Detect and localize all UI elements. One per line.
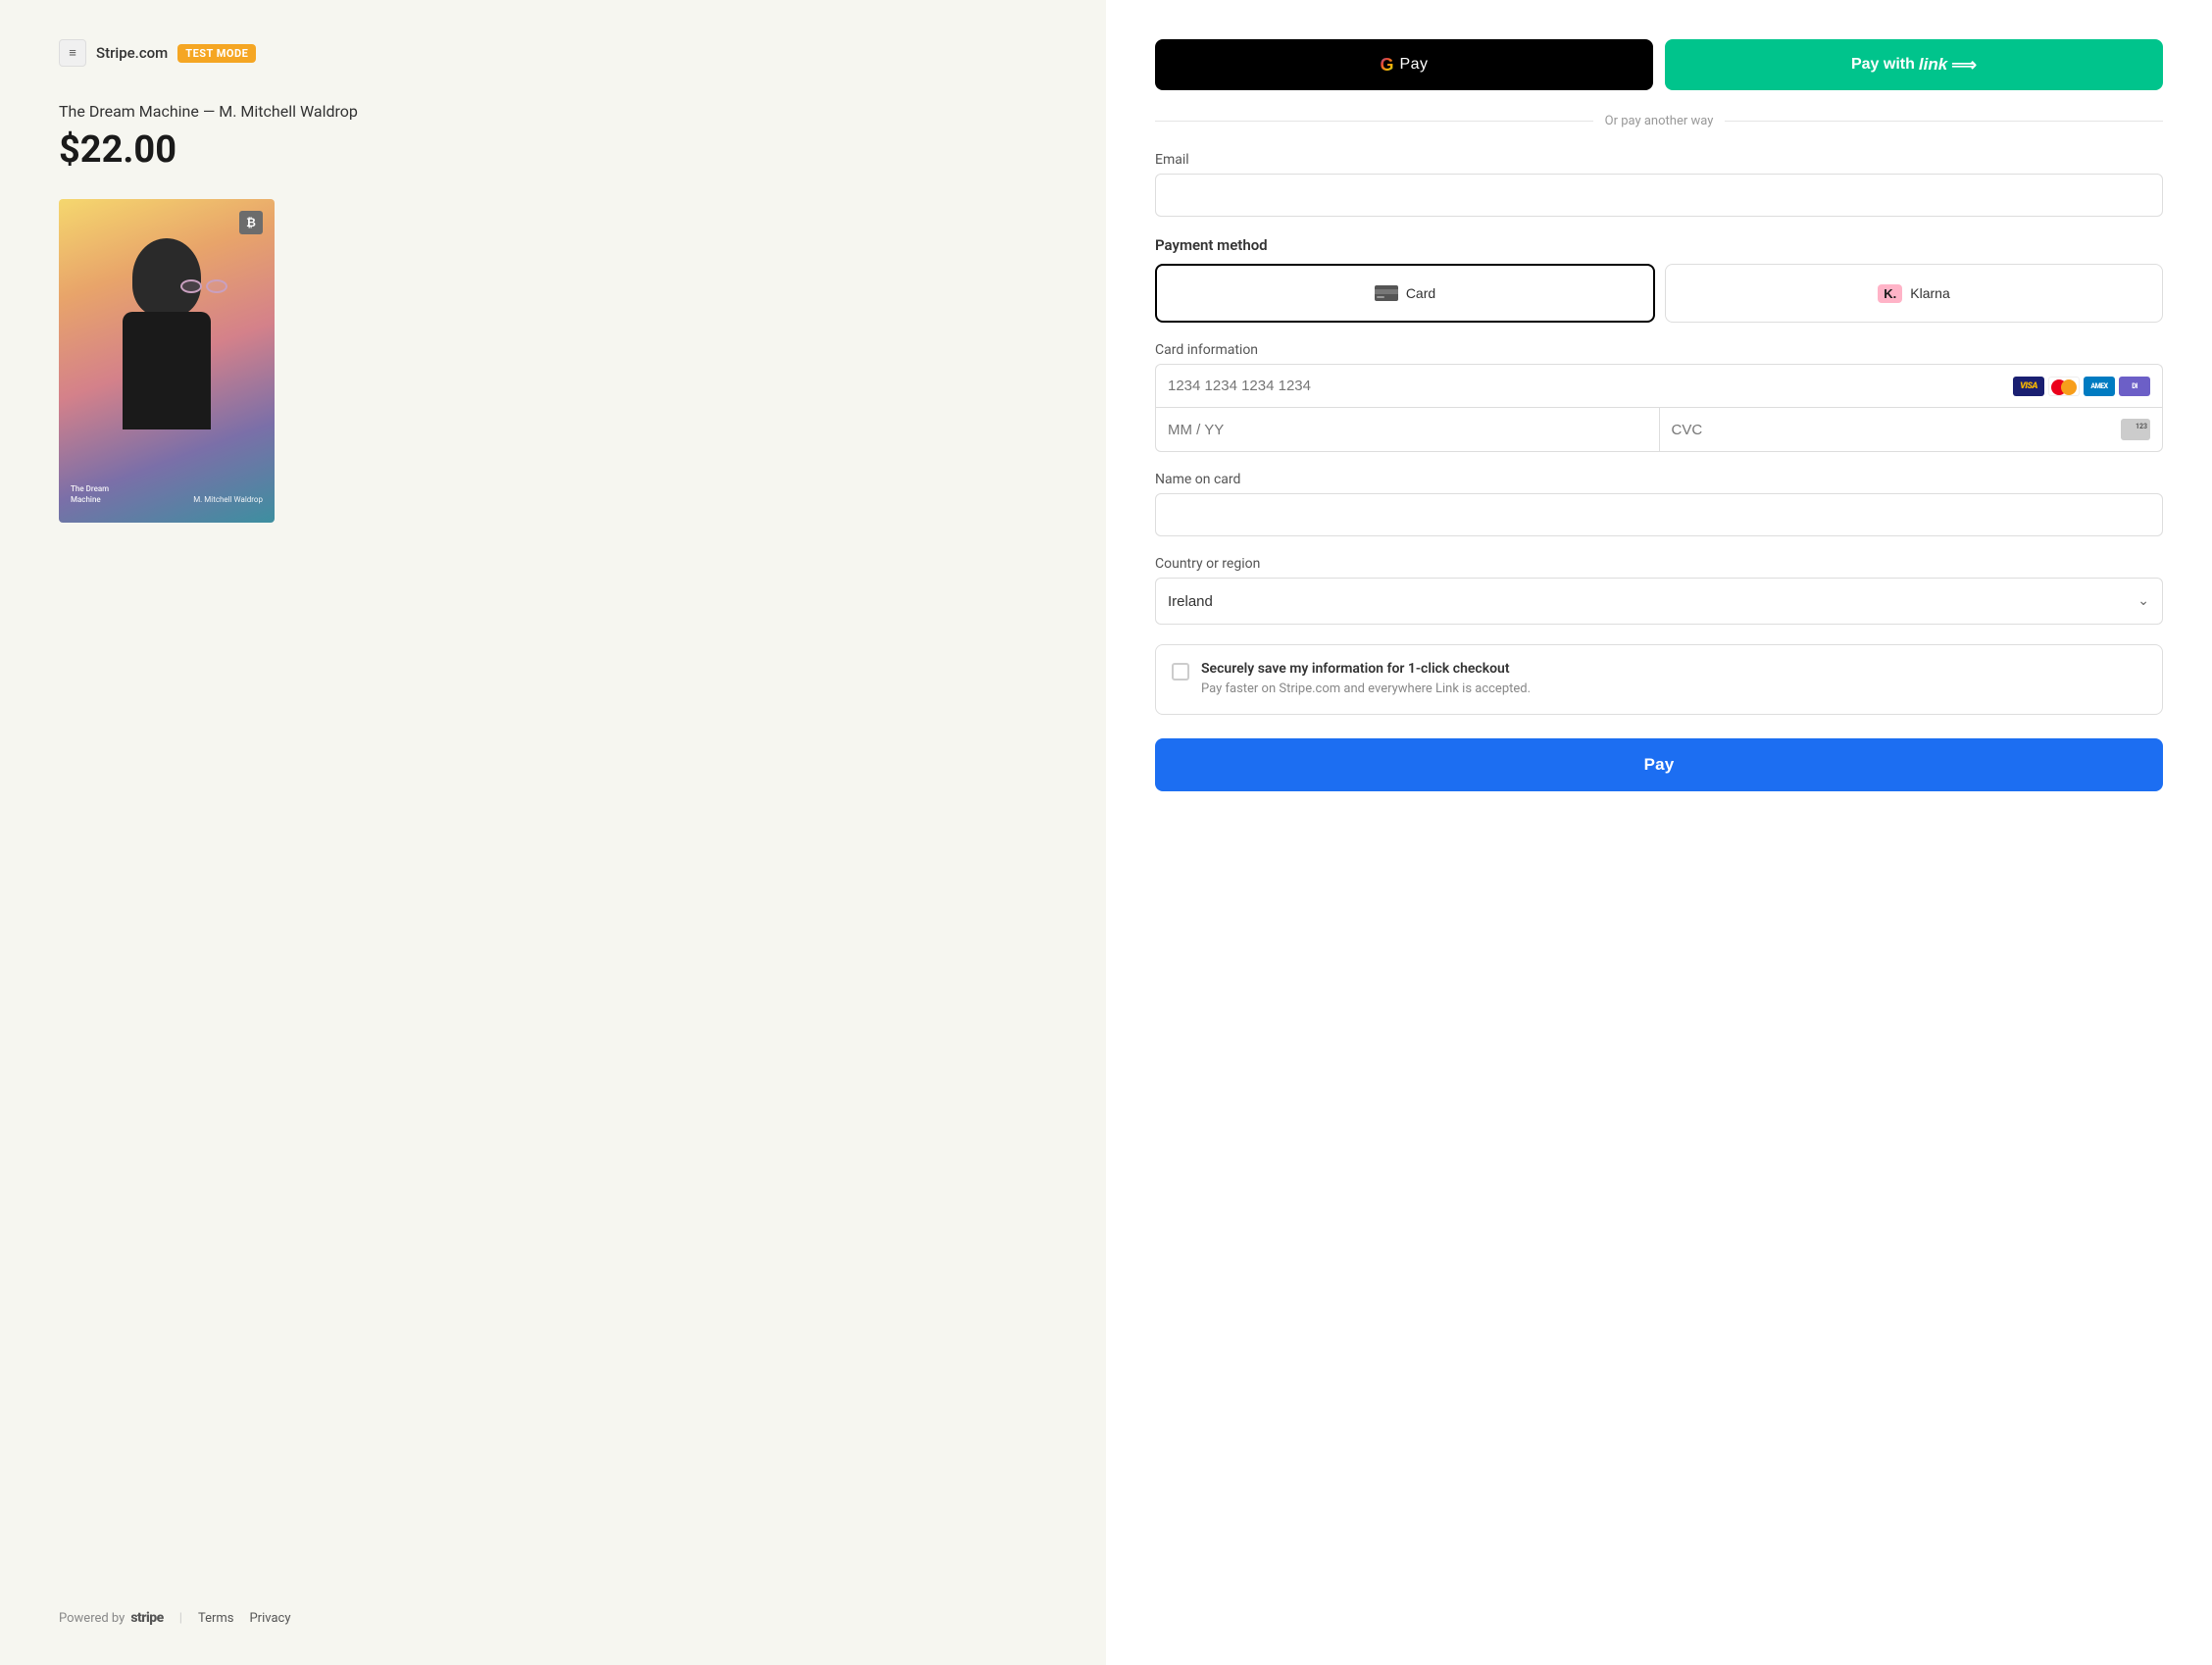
product-price: $22.00 [59, 128, 1047, 172]
stripe-logo: stripe [130, 1610, 163, 1626]
email-group: Email [1155, 152, 2163, 217]
glass-lens-right [206, 279, 227, 293]
footer-divider: | [179, 1611, 182, 1626]
card-icon [1375, 285, 1398, 301]
privacy-link[interactable]: Privacy [249, 1611, 290, 1626]
card-info-group: Card information VISA AMEX DI [1155, 342, 2163, 452]
cvc-input[interactable] [1672, 422, 2114, 438]
card-logos: VISA AMEX DI [2013, 377, 2150, 396]
cvc-wrapper [1660, 408, 2163, 451]
country-label: Country or region [1155, 556, 2163, 572]
stripe-favicon: ≡ [59, 39, 86, 67]
pay-with-link-button[interactable]: Pay with link ⟹ [1665, 39, 2163, 90]
expiry-input[interactable] [1156, 408, 1660, 451]
card-method-label: Card [1406, 285, 1435, 301]
payment-method-group: Payment method Card K. Klarna [1155, 236, 2163, 323]
save-checkbox[interactable] [1172, 663, 1189, 681]
product-title: The Dream Machine — M. Mitchell Waldrop [59, 102, 1047, 121]
klarna-method-option[interactable]: K. Klarna [1665, 264, 2163, 323]
divider-text: Or pay another way [1605, 114, 1714, 128]
mastercard-logo [2048, 377, 2080, 396]
save-info-row: Securely save my information for 1-click… [1172, 661, 2146, 698]
link-word: link [1919, 55, 1947, 75]
amex-logo: AMEX [2084, 377, 2115, 396]
book-cover: ₿ The Dream Ma [59, 199, 275, 523]
glass-lens-left [180, 279, 202, 293]
email-input[interactable] [1155, 174, 2163, 217]
man-glasses [180, 279, 227, 293]
cvc-card-icon [2121, 419, 2150, 440]
name-label: Name on card [1155, 472, 2163, 487]
man-head [132, 238, 201, 317]
country-select-wrapper: Ireland United States United Kingdom Ger… [1155, 578, 2163, 625]
divider-line-left [1155, 121, 1593, 122]
left-footer: Powered by stripe | Terms Privacy [59, 1610, 290, 1626]
method-options: Card K. Klarna [1155, 264, 2163, 323]
card-number-input[interactable] [1168, 378, 2013, 394]
diners-logo: DI [2119, 377, 2150, 396]
site-name: Stripe.com [96, 44, 168, 62]
visa-logo: VISA [2013, 377, 2044, 396]
name-input[interactable] [1155, 493, 2163, 536]
man-figure [88, 228, 245, 483]
link-arrow-icon: ⟹ [1951, 55, 1977, 76]
left-panel: ≡ Stripe.com TEST MODE The Dream Machine… [0, 0, 1106, 1665]
card-number-row: VISA AMEX DI [1155, 364, 2163, 407]
book-cover-art: ₿ The Dream Ma [59, 199, 275, 523]
link-button-text: Pay with link ⟹ [1851, 55, 1977, 76]
card-info-label: Card information [1155, 342, 2163, 358]
card-method-option[interactable]: Card [1155, 264, 1655, 323]
card-bottom-row [1155, 407, 2163, 452]
divider-line-right [1725, 121, 2163, 122]
test-mode-badge: TEST MODE [177, 44, 256, 63]
country-select[interactable]: Ireland United States United Kingdom Ger… [1155, 578, 2163, 625]
pay-button[interactable]: Pay [1155, 738, 2163, 791]
name-group: Name on card [1155, 472, 2163, 536]
payment-buttons: G Pay Pay with link ⟹ [1155, 39, 2163, 90]
country-group: Country or region Ireland United States … [1155, 556, 2163, 625]
man-body [123, 312, 211, 429]
gpay-button[interactable]: G Pay [1155, 39, 1653, 90]
powered-by: Powered by stripe [59, 1610, 164, 1626]
email-label: Email [1155, 152, 2163, 168]
save-desc: Pay faster on Stripe.com and everywhere … [1201, 681, 2146, 698]
payment-method-label: Payment method [1155, 236, 2163, 254]
book-author-text: M. Mitchell Waldrop [193, 494, 263, 505]
divider-row: Or pay another way [1155, 114, 2163, 128]
save-title: Securely save my information for 1-click… [1201, 661, 2146, 677]
save-info-box: Securely save my information for 1-click… [1155, 644, 2163, 715]
save-info-text: Securely save my information for 1-click… [1201, 661, 2146, 698]
header-bar: ≡ Stripe.com TEST MODE [59, 39, 1047, 67]
klarna-badge: K. [1878, 284, 1902, 303]
book-title-text: The Dream Machine [71, 483, 109, 505]
right-panel: G Pay Pay with link ⟹ Or pay another way… [1106, 0, 2212, 1665]
klarna-method-label: Klarna [1910, 285, 1949, 301]
gpay-pay-text: Pay [1399, 56, 1428, 74]
book-text-overlay: The Dream Machine [71, 483, 109, 505]
terms-link[interactable]: Terms [198, 1611, 234, 1626]
gpay-g-letter: G [1380, 55, 1393, 76]
